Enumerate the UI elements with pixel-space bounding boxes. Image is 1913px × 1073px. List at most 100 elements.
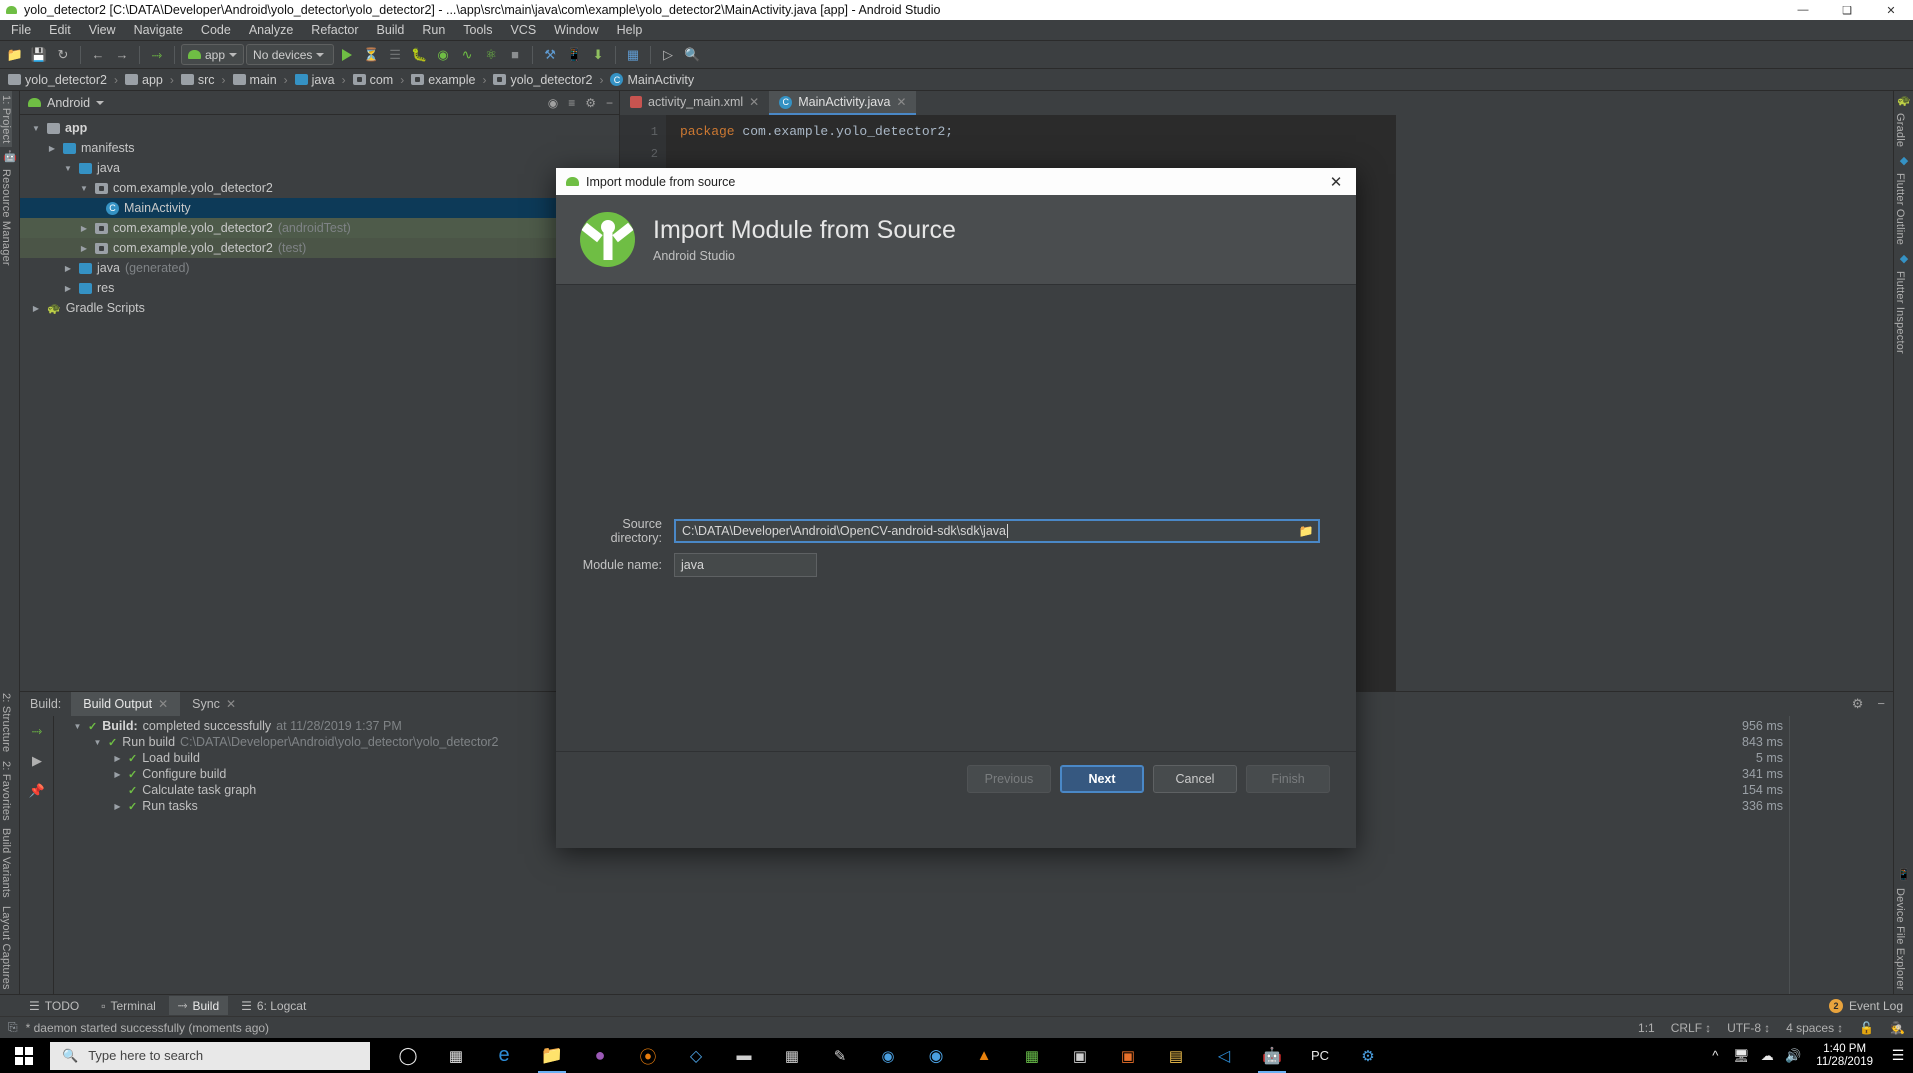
- close-icon[interactable]: ✕: [749, 95, 759, 109]
- tree-item-manifests[interactable]: ▶ manifests: [20, 138, 619, 158]
- project-structure-icon[interactable]: ▦: [622, 44, 644, 66]
- menu-window[interactable]: Window: [545, 21, 607, 39]
- task-view-icon[interactable]: ▦: [432, 1038, 480, 1073]
- cancel-button[interactable]: Cancel: [1153, 764, 1237, 793]
- expand-arrow-icon[interactable]: ▶: [112, 770, 123, 779]
- tab-mainactivity-java[interactable]: C MainActivity.java ✕: [769, 91, 917, 115]
- menu-help[interactable]: Help: [608, 21, 652, 39]
- file-explorer-icon[interactable]: 📁: [528, 1038, 576, 1073]
- tab-activity-main-xml[interactable]: activity_main.xml ✕: [620, 91, 769, 115]
- chevron-down-icon[interactable]: [96, 100, 105, 105]
- pin-icon[interactable]: 📌: [20, 776, 54, 806]
- caret-position[interactable]: 1:1: [1638, 1021, 1655, 1035]
- tool-icon[interactable]: ⚙: [1344, 1038, 1392, 1073]
- network-icon[interactable]: 🖥: [1728, 1038, 1754, 1073]
- layout-inspector-icon[interactable]: ▷: [657, 44, 679, 66]
- stop-icon[interactable]: ■: [504, 44, 526, 66]
- menu-edit[interactable]: Edit: [40, 21, 80, 39]
- bottom-tab-logcat[interactable]: ☰ 6: Logcat: [232, 997, 315, 1015]
- rail-item-project[interactable]: 1: Project: [0, 91, 12, 148]
- onedrive-icon[interactable]: ☁: [1754, 1038, 1780, 1073]
- unlocked-icon[interactable]: 🔓: [1859, 1021, 1874, 1035]
- debug-icon[interactable]: 🐛: [408, 44, 430, 66]
- search-icon[interactable]: 🔍: [681, 44, 703, 66]
- volume-icon[interactable]: 🔊: [1780, 1038, 1806, 1073]
- notes-icon[interactable]: ▤: [1152, 1038, 1200, 1073]
- tree-item-mainactivity[interactable]: C MainActivity: [20, 198, 619, 218]
- rail-item-flutter-outline[interactable]: Flutter Outline: [1894, 169, 1906, 249]
- expand-arrow-icon[interactable]: ▼: [30, 124, 42, 133]
- restart-icon[interactable]: ▶: [20, 746, 54, 776]
- breadcrumb-item-app[interactable]: app: [123, 73, 165, 87]
- close-button[interactable]: ✕: [1869, 0, 1913, 20]
- expand-arrow-icon[interactable]: ▶: [78, 224, 90, 233]
- sdk-manager-icon[interactable]: ⚒: [539, 44, 561, 66]
- menu-navigate[interactable]: Navigate: [125, 21, 192, 39]
- teams-icon[interactable]: ▣: [1056, 1038, 1104, 1073]
- back-arrow-icon[interactable]: ←: [87, 44, 109, 66]
- source-directory-input[interactable]: C:\DATA\Developer\Android\OpenCV-android…: [674, 519, 1320, 543]
- breadcrumb-item-example[interactable]: example: [409, 73, 477, 87]
- menu-analyze[interactable]: Analyze: [240, 21, 302, 39]
- store-icon[interactable]: ●: [576, 1038, 624, 1073]
- expand-arrow-icon[interactable]: ▼: [78, 184, 90, 193]
- browse-folder-icon[interactable]: 📁: [1296, 524, 1316, 538]
- rail-item-resource-manager[interactable]: Resource Manager: [0, 165, 12, 270]
- indent-selector[interactable]: 4 spaces ↕: [1786, 1021, 1843, 1035]
- breadcrumb-item-src[interactable]: src: [179, 73, 217, 87]
- tree-item-java[interactable]: ▼ java: [20, 158, 619, 178]
- expand-arrow-icon[interactable]: ▶: [112, 802, 123, 811]
- expand-arrow-icon[interactable]: ▼: [92, 738, 103, 747]
- build-hammer-icon[interactable]: ⤑: [146, 44, 168, 66]
- breadcrumb-item-project[interactable]: yolo_detector2: [6, 73, 109, 87]
- next-button[interactable]: Next: [1060, 764, 1144, 793]
- sync-icon[interactable]: ↻: [52, 44, 74, 66]
- finish-button[interactable]: Finish: [1246, 764, 1330, 793]
- maximize-button[interactable]: ❑: [1825, 0, 1869, 20]
- rail-item-favorites[interactable]: 2: Favorites: [0, 757, 12, 825]
- tree-item-androidtest[interactable]: ▶ com.example.yolo_detector2 (androidTes…: [20, 218, 619, 238]
- tree-item-res[interactable]: ▶ res: [20, 278, 619, 298]
- expand-arrow-icon[interactable]: ▼: [72, 722, 83, 731]
- menu-refactor[interactable]: Refactor: [302, 21, 367, 39]
- console-icon[interactable]: ▬: [720, 1038, 768, 1073]
- minimize-button[interactable]: —: [1781, 0, 1825, 20]
- breadcrumb-item-main[interactable]: main: [231, 73, 279, 87]
- tree-item-gradle-scripts[interactable]: ▶ 🐢 Gradle Scripts: [20, 298, 619, 318]
- run-button[interactable]: [336, 44, 358, 66]
- android-studio-icon[interactable]: 🤖: [1248, 1038, 1296, 1073]
- notification-center-icon[interactable]: ☰: [1883, 1038, 1913, 1073]
- save-all-icon[interactable]: 💾: [28, 44, 50, 66]
- menu-tools[interactable]: Tools: [454, 21, 501, 39]
- expand-arrow-icon[interactable]: ▶: [112, 754, 123, 763]
- settings-gear-icon[interactable]: ⚙: [1852, 696, 1864, 712]
- breadcrumb-item-class[interactable]: C MainActivity: [608, 73, 696, 87]
- forward-arrow-icon[interactable]: →: [111, 44, 133, 66]
- tree-item-app[interactable]: ▼ app: [20, 118, 619, 138]
- close-icon[interactable]: ✕: [158, 697, 168, 711]
- expand-arrow-icon[interactable]: ▶: [30, 304, 42, 313]
- menu-run[interactable]: Run: [413, 21, 454, 39]
- run-anything-icon[interactable]: ⚛: [480, 44, 502, 66]
- tree-item-test[interactable]: ▶ com.example.yolo_detector2 (test): [20, 238, 619, 258]
- hide-panel-icon[interactable]: −: [1877, 696, 1885, 712]
- tree-item-java-generated[interactable]: ▶ java (generated): [20, 258, 619, 278]
- rail-item-device-file-explorer[interactable]: Device File Explorer: [1894, 884, 1906, 994]
- breadcrumb-item-package[interactable]: yolo_detector2: [491, 73, 594, 87]
- bottom-tab-terminal[interactable]: ▫ Terminal: [92, 997, 165, 1015]
- event-log-button[interactable]: 2 Event Log: [1828, 998, 1903, 1013]
- avd-manager-icon[interactable]: 📱: [563, 44, 585, 66]
- sync-gradle-icon[interactable]: ⬇: [587, 44, 609, 66]
- expand-arrow-icon[interactable]: ▶: [46, 144, 58, 153]
- office-icon[interactable]: ▦: [1008, 1038, 1056, 1073]
- vscode-icon[interactable]: ◁: [1200, 1038, 1248, 1073]
- attach-debugger-icon[interactable]: ◉: [432, 44, 454, 66]
- rail-item-flutter-inspector[interactable]: Flutter Inspector: [1894, 267, 1906, 358]
- dialog-close-button[interactable]: ✕: [1316, 168, 1356, 195]
- taskbar-search-input[interactable]: 🔍 Type here to search: [50, 1041, 370, 1070]
- expand-arrow-icon[interactable]: ▶: [62, 284, 74, 293]
- hide-panel-icon[interactable]: −: [606, 96, 613, 110]
- bottom-tab-todo[interactable]: ☰ TODO: [20, 997, 88, 1015]
- tab-sync[interactable]: Sync ✕: [180, 692, 248, 716]
- apply-code-changes-icon[interactable]: ☰: [384, 44, 406, 66]
